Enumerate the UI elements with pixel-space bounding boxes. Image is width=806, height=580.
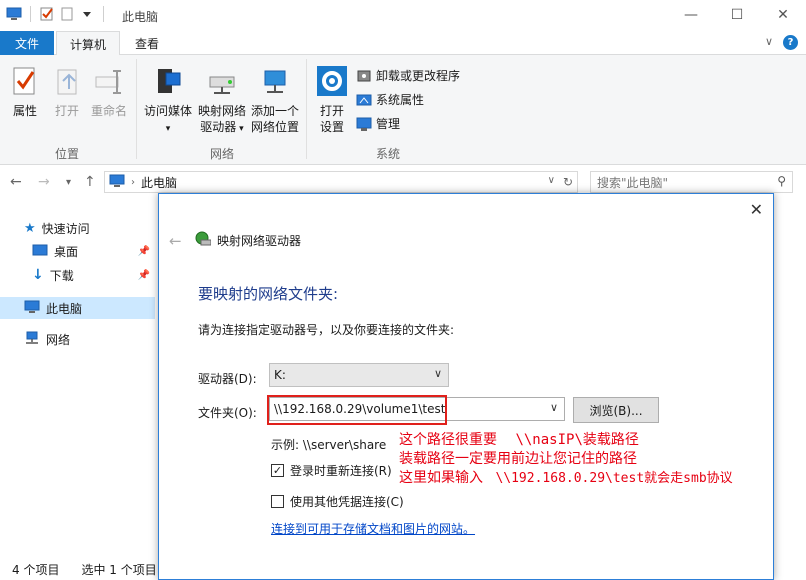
nav-item-desktop[interactable]: 桌面 📌 — [32, 240, 156, 262]
help-icon[interactable]: ? — [783, 35, 798, 50]
map-network-drive-dialog: ✕ ← 映射网络驱动器 要映射的网络文件夹: 请为连接指定驱动器号，以及你要连接… — [158, 193, 774, 580]
open-settings-button[interactable]: 打开 设置 — [312, 65, 352, 135]
folder-label: 文件夹(O): — [198, 406, 257, 420]
ribbon-controls: ∨ ? — [765, 35, 798, 50]
tab-view[interactable]: 查看 — [124, 31, 170, 55]
address-field[interactable]: › 此电脑 ∨ ↻ — [104, 171, 578, 193]
nav-item-downloads[interactable]: ↓ 下载 📌 — [32, 264, 156, 286]
highlight-box — [267, 395, 447, 425]
nav-item-quick-access[interactable]: ★ 快速访问 — [24, 217, 90, 239]
nav-item-this-pc[interactable]: 此电脑 — [0, 297, 155, 319]
annotation-line-3: 这里如果输入 \\192.168.0.29\test就会走smb协议 — [399, 470, 733, 486]
properties-icon[interactable] — [39, 6, 55, 22]
chevron-down-icon[interactable]: ∨ — [550, 401, 558, 414]
search-input[interactable]: 搜索"此电脑" ⚲ — [590, 171, 793, 193]
checkbox-icon[interactable] — [271, 495, 284, 508]
manage-icon — [356, 116, 372, 132]
network-icon — [24, 331, 40, 348]
open-icon — [51, 65, 83, 97]
back-arrow-icon[interactable]: ← — [10, 174, 22, 190]
reconnect-checkbox[interactable]: ✓ 登录时重新连接(R) — [271, 462, 392, 479]
group-label-location: 位置 — [55, 147, 80, 161]
network-drive-icon — [206, 65, 238, 97]
group-separator — [306, 59, 307, 159]
system-properties-button[interactable]: 系统属性 — [356, 91, 424, 108]
minimize-icon[interactable]: — — [668, 0, 714, 30]
up-arrow-icon[interactable]: ↑ — [84, 174, 96, 190]
map-network-drive-button[interactable]: 映射网络 驱动器 ▾ — [196, 65, 248, 137]
download-arrow-icon: ↓ — [32, 267, 44, 283]
rename-button[interactable]: 重命名 — [88, 65, 130, 119]
annotation-line-1: 这个路径很重要 \\nasIP\装载路径 — [399, 432, 639, 448]
computer-icon — [6, 6, 22, 22]
tab-computer[interactable]: 计算机 — [56, 31, 120, 56]
window-title: 此电脑 — [122, 10, 159, 24]
refresh-icon[interactable]: ↻ — [563, 175, 573, 189]
uninstall-program-button[interactable]: 卸载或更改程序 — [356, 67, 460, 84]
close-icon[interactable]: ✕ — [760, 0, 806, 30]
search-icon: ⚲ — [777, 174, 786, 188]
ribbon: 属性 打开 重命名 位置 访问媒体 ▾ 映射网络 驱动器 ▾ 添加一个 网络位置 … — [0, 55, 806, 165]
rename-icon — [93, 65, 125, 97]
window-controls: — ☐ ✕ — [668, 0, 806, 30]
separator — [103, 6, 104, 22]
nav-item-network[interactable]: 网络 — [24, 328, 70, 350]
quick-access-toolbar — [6, 6, 108, 22]
breadcrumb-chevron-icon[interactable]: › — [131, 177, 135, 188]
computer-icon — [24, 300, 40, 317]
breadcrumb[interactable]: 此电脑 — [141, 174, 177, 191]
manage-button[interactable]: 管理 — [356, 115, 400, 132]
back-arrow-icon[interactable]: ← — [169, 232, 182, 250]
media-icon — [152, 65, 184, 97]
ribbon-tabs: 文件 计算机 查看 ∨ ? — [0, 31, 806, 56]
group-separator — [136, 59, 137, 159]
properties-button[interactable]: 属性 — [8, 65, 42, 119]
selected-count: 选中 1 个项目 — [81, 562, 157, 577]
maximize-icon[interactable]: ☐ — [714, 0, 760, 30]
item-count: 4 个项目 — [12, 562, 60, 577]
chevron-down-icon: ∨ — [433, 367, 442, 380]
access-media-button[interactable]: 访问媒体 ▾ — [142, 65, 194, 137]
annotation-line-2: 装载路径一定要用前边让您记住的路径 — [399, 451, 637, 467]
group-label-system: 系统 — [376, 147, 401, 161]
system-properties-icon — [356, 92, 372, 108]
close-icon[interactable]: ✕ — [750, 200, 763, 219]
new-folder-icon[interactable] — [59, 6, 75, 22]
desktop-icon — [32, 243, 48, 260]
dialog-heading: 要映射的网络文件夹: — [198, 285, 339, 303]
open-button[interactable]: 打开 — [50, 65, 84, 119]
pin-icon[interactable]: 📌 — [138, 246, 150, 257]
drive-select[interactable]: K: ∨ — [269, 363, 449, 387]
website-link[interactable]: 连接到可用于存储文档和图片的网站。 — [271, 520, 475, 537]
network-location-icon — [259, 65, 291, 97]
separator — [30, 6, 31, 22]
navigation-pane: ★ 快速访问 桌面 📌 ↓ 下载 📌 此电脑 网络 — [0, 210, 157, 550]
title-bar: 此电脑 — ☐ ✕ — [0, 0, 806, 31]
browse-button[interactable]: 浏览(B)... — [573, 397, 659, 423]
tab-file[interactable]: 文件 — [0, 31, 54, 55]
network-drive-icon — [195, 231, 212, 250]
uninstall-icon — [356, 68, 372, 84]
expand-ribbon-icon[interactable]: ∨ — [765, 35, 773, 50]
address-controls: ∨ ↻ — [548, 175, 573, 189]
add-network-location-button[interactable]: 添加一个 网络位置 — [248, 65, 302, 135]
example-text: 示例: \\server\share — [271, 438, 387, 452]
recent-locations-icon[interactable]: ▾ — [66, 177, 71, 188]
group-label-network: 网络 — [210, 147, 235, 161]
forward-arrow-icon[interactable]: → — [38, 174, 50, 190]
status-bar: 4 个项目 选中 1 个项目 — [0, 558, 160, 580]
address-dropdown-icon[interactable]: ∨ — [548, 175, 555, 189]
star-icon: ★ — [24, 220, 36, 236]
settings-gear-icon — [316, 65, 348, 97]
customize-toolbar-icon[interactable] — [79, 6, 95, 22]
properties-icon — [9, 65, 41, 97]
pin-icon[interactable]: 📌 — [138, 270, 150, 281]
other-credentials-checkbox[interactable]: 使用其他凭据连接(C) — [271, 493, 404, 510]
checkbox-checked-icon[interactable]: ✓ — [271, 464, 284, 477]
dialog-title: 映射网络驱动器 — [195, 231, 301, 250]
dialog-instruction: 请为连接指定驱动器号，以及你要连接的文件夹: — [198, 323, 455, 337]
computer-icon — [109, 174, 125, 191]
drive-label: 驱动器(D): — [198, 372, 257, 386]
